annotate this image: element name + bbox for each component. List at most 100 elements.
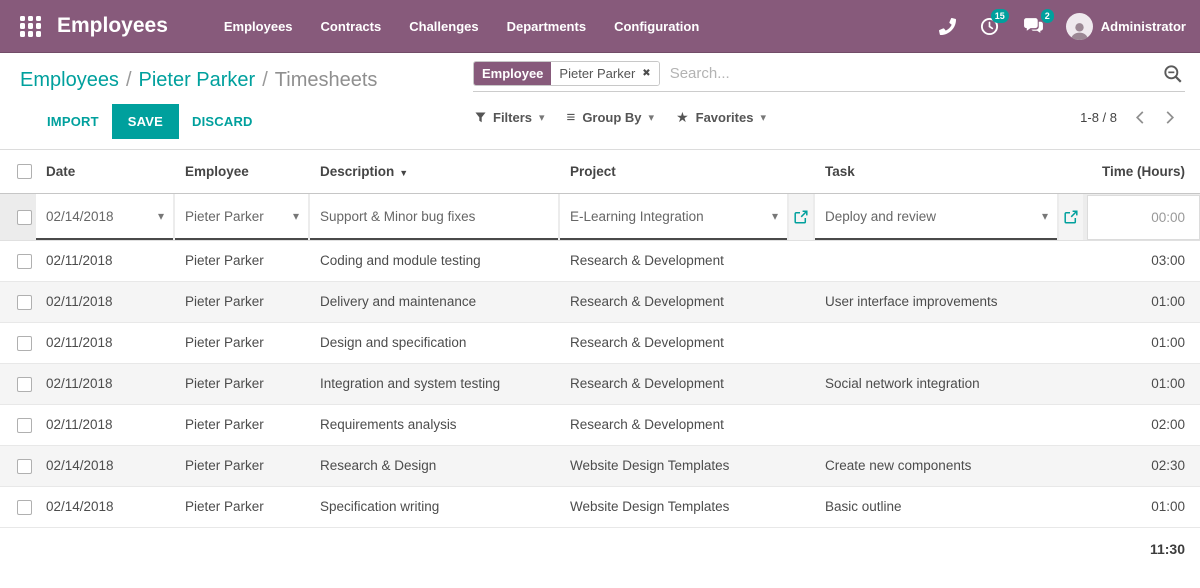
column-header-project[interactable]: Project <box>560 150 815 194</box>
column-header-employee[interactable]: Employee <box>175 150 310 194</box>
row-checkbox[interactable] <box>17 500 32 515</box>
row-checkbox[interactable] <box>17 418 32 433</box>
description-field[interactable]: Support & Minor bug fixes <box>310 194 558 240</box>
row-checkbox[interactable] <box>17 336 32 351</box>
table-row[interactable]: 02/14/2018 Pieter Parker Specification w… <box>0 486 1200 527</box>
task-field[interactable]: Deploy and review▾ <box>815 194 1057 240</box>
pager-range[interactable]: 1-8 / 8 <box>1072 104 1125 131</box>
row-checkbox[interactable] <box>17 210 32 225</box>
cell-employee[interactable]: Pieter Parker <box>175 363 310 404</box>
cell-time[interactable]: 02:30 <box>1085 445 1200 486</box>
select-all-checkbox[interactable] <box>17 164 32 179</box>
messages-badge: 2 <box>1041 9 1054 23</box>
cell-employee[interactable]: Pieter Parker <box>175 486 310 527</box>
activities-icon[interactable]: 15 <box>968 11 1011 42</box>
favorites-dropdown[interactable]: ★ Favorites ▾ <box>665 101 777 134</box>
cell-project[interactable]: Research & Development <box>560 241 815 282</box>
table-row[interactable]: 02/11/2018 Pieter Parker Coding and modu… <box>0 241 1200 282</box>
table-row[interactable]: 02/11/2018 Pieter Parker Requirements an… <box>0 404 1200 445</box>
facet-remove-icon[interactable]: ✖ <box>642 68 650 79</box>
cell-time[interactable]: 02:00 <box>1085 404 1200 445</box>
cell-date[interactable]: 02/14/2018 <box>36 445 175 486</box>
cell-time[interactable]: 01:00 <box>1085 363 1200 404</box>
cell-date[interactable]: 02/11/2018 <box>36 281 175 322</box>
user-menu[interactable]: Administrator <box>1066 13 1186 40</box>
menu-item-departments[interactable]: Departments <box>493 9 600 44</box>
menu-item-challenges[interactable]: Challenges <box>395 9 492 44</box>
cell-task[interactable]: Social network integration <box>815 363 1085 404</box>
cell-time[interactable]: 01:00 <box>1085 281 1200 322</box>
cell-description[interactable]: Coding and module testing <box>310 241 560 282</box>
menu-item-configuration[interactable]: Configuration <box>600 9 713 44</box>
table-row[interactable]: 02/11/2018 Pieter Parker Integration and… <box>0 363 1200 404</box>
time-field[interactable]: 00:00 <box>1087 195 1200 240</box>
column-header-task[interactable]: Task <box>815 150 1085 194</box>
save-button[interactable]: SAVE <box>112 104 179 139</box>
cell-description[interactable]: Integration and system testing <box>310 363 560 404</box>
project-field[interactable]: E-Learning Integration▾ <box>560 194 787 240</box>
column-header-description[interactable]: Description▼ <box>310 150 560 194</box>
app-name[interactable]: Employees <box>57 14 168 38</box>
row-checkbox[interactable] <box>17 459 32 474</box>
cell-description[interactable]: Research & Design <box>310 445 560 486</box>
cell-project[interactable]: Research & Development <box>560 404 815 445</box>
column-header-date[interactable]: Date <box>36 150 175 194</box>
cell-task[interactable]: Basic outline <box>815 486 1085 527</box>
groupby-dropdown[interactable]: ≡ Group By ▾ <box>556 101 666 134</box>
table-row[interactable]: 02/14/2018 Pieter Parker Research & Desi… <box>0 445 1200 486</box>
import-button[interactable]: IMPORT <box>34 105 112 138</box>
cell-project[interactable]: Website Design Templates <box>560 445 815 486</box>
cell-task[interactable]: User interface improvements <box>815 281 1085 322</box>
row-checkbox[interactable] <box>17 254 32 269</box>
cell-project[interactable]: Research & Development <box>560 322 815 363</box>
cell-project[interactable]: Research & Development <box>560 281 815 322</box>
cell-employee[interactable]: Pieter Parker <box>175 241 310 282</box>
filters-dropdown[interactable]: Filters ▾ <box>473 102 556 133</box>
cell-time[interactable]: 01:00 <box>1085 486 1200 527</box>
date-field[interactable]: 02/14/2018▾ <box>36 194 173 240</box>
cell-task[interactable] <box>815 322 1085 363</box>
breadcrumb-pieter-parker[interactable]: Pieter Parker <box>139 69 256 91</box>
row-checkbox[interactable] <box>17 295 32 310</box>
cell-date[interactable]: 02/11/2018 <box>36 363 175 404</box>
search-icon[interactable] <box>1155 64 1185 84</box>
cell-date[interactable]: 02/11/2018 <box>36 404 175 445</box>
cell-employee[interactable]: Pieter Parker <box>175 322 310 363</box>
cell-description[interactable]: Delivery and maintenance <box>310 281 560 322</box>
cell-description[interactable]: Specification writing <box>310 486 560 527</box>
cell-task[interactable]: Create new components <box>815 445 1085 486</box>
row-checkbox[interactable] <box>17 377 32 392</box>
cell-employee[interactable]: Pieter Parker <box>175 404 310 445</box>
apps-grid-icon[interactable] <box>20 16 41 37</box>
cell-employee[interactable]: Pieter Parker <box>175 445 310 486</box>
cell-date[interactable]: 02/11/2018 <box>36 241 175 282</box>
pager-next-button[interactable] <box>1155 104 1185 131</box>
pager-previous-button[interactable] <box>1125 104 1155 131</box>
messages-icon[interactable]: 2 <box>1011 11 1056 41</box>
cell-description[interactable]: Design and specification <box>310 322 560 363</box>
cell-time[interactable]: 01:00 <box>1085 322 1200 363</box>
row-checkbox-cell <box>0 322 36 363</box>
discard-button[interactable]: DISCARD <box>179 105 266 138</box>
cell-task[interactable] <box>815 404 1085 445</box>
breadcrumb-separator: / <box>126 69 132 91</box>
task-external-link-icon[interactable] <box>1059 194 1083 240</box>
project-external-link-icon[interactable] <box>789 194 813 240</box>
column-header-time[interactable]: Time (Hours) <box>1085 150 1200 194</box>
cell-task[interactable] <box>815 241 1085 282</box>
employee-field[interactable]: Pieter Parker▾ <box>175 194 308 240</box>
search-input[interactable] <box>660 61 1155 86</box>
breadcrumb-employees[interactable]: Employees <box>20 69 119 91</box>
table-row[interactable]: 02/11/2018 Pieter Parker Design and spec… <box>0 322 1200 363</box>
phone-icon[interactable] <box>927 12 968 41</box>
cell-project[interactable]: Research & Development <box>560 363 815 404</box>
cell-employee[interactable]: Pieter Parker <box>175 281 310 322</box>
cell-project[interactable]: Website Design Templates <box>560 486 815 527</box>
menu-item-employees[interactable]: Employees <box>210 9 307 44</box>
menu-item-contracts[interactable]: Contracts <box>307 9 396 44</box>
cell-date[interactable]: 02/11/2018 <box>36 322 175 363</box>
cell-date[interactable]: 02/14/2018 <box>36 486 175 527</box>
table-row[interactable]: 02/11/2018 Pieter Parker Delivery and ma… <box>0 281 1200 322</box>
cell-description[interactable]: Requirements analysis <box>310 404 560 445</box>
cell-time[interactable]: 03:00 <box>1085 241 1200 282</box>
